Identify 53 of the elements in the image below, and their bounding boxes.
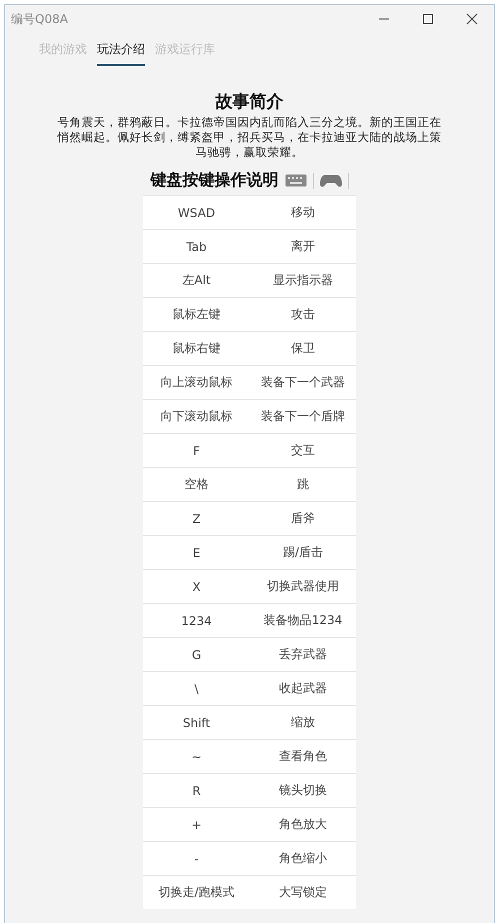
table-cell-text: 缩放 xyxy=(290,714,316,731)
table-cell-text: 丢弃武器 xyxy=(278,646,328,663)
table-cell-text: 切换走/跑模式 xyxy=(157,884,236,901)
table-cell-text: 跳 xyxy=(296,476,310,493)
keyboard-icon[interactable] xyxy=(284,174,306,187)
table-cell-text: - xyxy=(193,850,200,868)
table-cell-text: 左Alt xyxy=(181,272,212,289)
table-cell-text: 交互 xyxy=(290,442,316,459)
maximize-icon xyxy=(422,13,434,25)
table-cell-text: ~ xyxy=(190,748,203,766)
table-cell-text: Shift xyxy=(182,714,212,732)
table-cell-text: F xyxy=(192,442,201,460)
table-cell-text: Tab xyxy=(185,238,208,256)
table-cell-text: 向下滚动鼠标 xyxy=(160,408,234,425)
table-cell-text: 角色放大 xyxy=(278,816,328,833)
table-cell-text: 装备物品1234 xyxy=(262,612,344,629)
table-cell-text: 切换武器使用 xyxy=(266,578,340,595)
window-title: 编号Q08A xyxy=(11,10,69,28)
table-cell-text: 显示指示器 xyxy=(272,272,334,289)
table-cell-text: 离开 xyxy=(290,238,316,255)
table-cell-text: + xyxy=(190,816,203,834)
table-cell-text: 保卫 xyxy=(290,340,316,357)
story-text: 号角震天，群鸦蔽日。卡拉德帝国因内乱而陷入三分之境。新的王国正在悄然崛起。佩好长剑，缚紧盔甲，招兵买马，在卡拉迪亚大陆的战场上策马驰骋，赢取荣耀。 xyxy=(57,115,442,160)
table-cell-text: 角色缩小 xyxy=(278,850,328,867)
table-cell-text: 空格 xyxy=(184,476,210,493)
table-cell-text: 1234 xyxy=(180,612,213,630)
table-cell-text: X xyxy=(191,578,202,596)
table-cell-text: 移动 xyxy=(290,204,316,221)
table-cell-text: E xyxy=(192,544,202,562)
tab[interactable]: 我的游戏 xyxy=(39,41,87,66)
table-cell-text: Z xyxy=(191,510,202,528)
table-cell-text: 装备下一个盾牌 xyxy=(260,408,346,425)
table-cell-text: 大写锁定 xyxy=(278,884,328,901)
tab[interactable]: 玩法介绍 xyxy=(97,41,145,66)
tab[interactable]: 游戏运行库 xyxy=(155,41,215,66)
section-heading: 故事简介 xyxy=(216,91,284,113)
gamepad-icon[interactable] xyxy=(320,173,342,188)
table-cell-text: R xyxy=(191,782,202,800)
table-cell-text: WSAD xyxy=(176,204,216,222)
table-cell-text: 向上滚动鼠标 xyxy=(160,374,234,391)
table-cell-text: 鼠标左键 xyxy=(172,306,222,323)
table-cell-text: 踢/盾击 xyxy=(282,544,324,561)
table-cell-text: 收起武器 xyxy=(278,680,328,697)
table-cell-text: 装备下一个武器 xyxy=(260,374,346,391)
table-cell-text: 攻击 xyxy=(290,306,316,323)
section-heading: 键盘按键操作说明 xyxy=(150,170,278,191)
table-cell-text: \ xyxy=(193,680,200,698)
table-cell-text: 查看角色 xyxy=(278,748,328,765)
table-cell-text: G xyxy=(190,646,202,664)
table-cell-text: 盾斧 xyxy=(290,510,316,527)
table-cell-text: 鼠标右键 xyxy=(172,340,222,357)
table-cell-text: 镜头切换 xyxy=(278,782,328,799)
close-icon xyxy=(466,13,478,25)
